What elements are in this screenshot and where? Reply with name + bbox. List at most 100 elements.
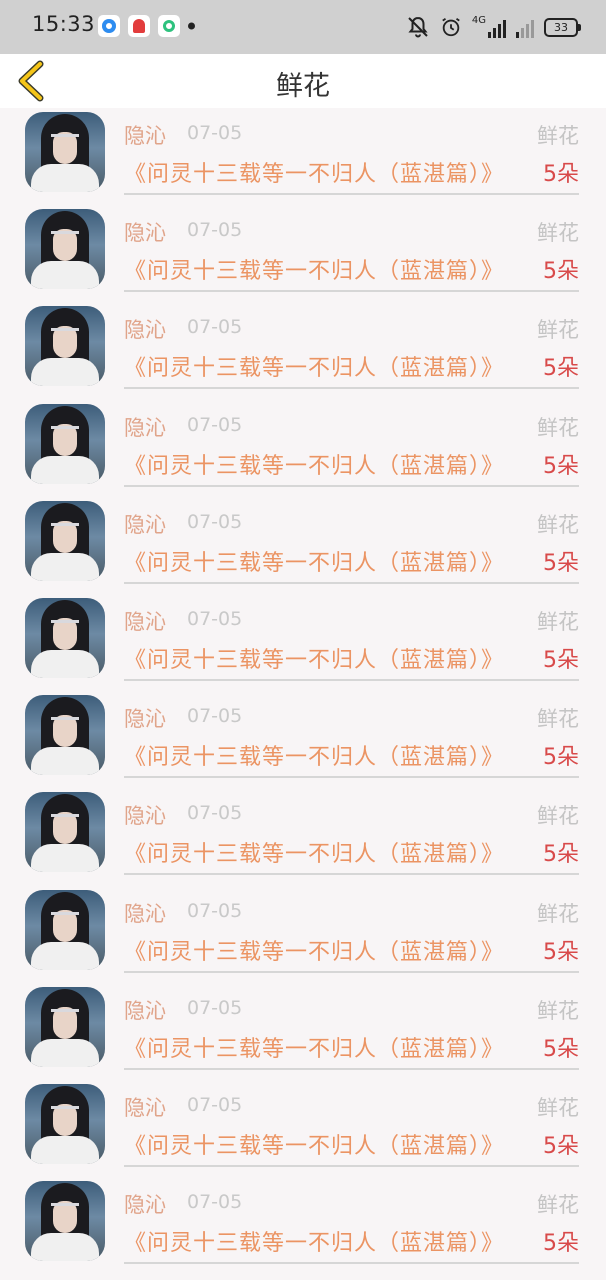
avatar[interactable] (25, 792, 105, 873)
gift-count: 5朵 (543, 453, 579, 479)
user-name[interactable]: 隐沁 (124, 1189, 166, 1219)
user-name[interactable]: 隐沁 (124, 120, 166, 150)
gift-date: 07-05 (187, 899, 243, 922)
gift-type: 鲜花 (537, 124, 579, 148)
user-name[interactable]: 隐沁 (124, 800, 166, 830)
book-title-link[interactable]: 《问灵十三载等一不归人（蓝湛篇）》 (124, 934, 504, 966)
list-item[interactable]: 隐沁 07-05 鲜花《问灵十三载等一不归人（蓝湛篇）》 5朵 (0, 886, 606, 983)
divider (124, 387, 579, 390)
list-item[interactable]: 隐沁 07-05 鲜花 《问灵十三载等一不归人（蓝湛篇）》 5朵 (0, 205, 606, 302)
book-title-link[interactable]: 《问灵十三载等一不归人（蓝湛篇）》 (124, 836, 504, 868)
gift-type: 鲜花 (537, 609, 579, 634)
avatar[interactable] (25, 1083, 105, 1164)
signal-no-sim-icon (516, 16, 534, 38)
list-item[interactable]: 隐沁 07-05 鲜花 《问灵十三载等一不归人（蓝湛篇）》 5朵 (0, 302, 606, 399)
signal-4g-icon: 4G (472, 16, 506, 38)
page-title: 鲜花 (276, 71, 330, 102)
user-name[interactable]: 隐沁 (124, 995, 166, 1025)
map-notification-icon (128, 15, 150, 37)
gift-date: 07-05 (187, 607, 243, 630)
list-item[interactable]: 隐沁 07-05 鲜花《问灵十三载等一不归人（蓝湛篇）》 5朵 (0, 1080, 606, 1177)
book-title-link[interactable]: 《问灵十三载等一不归人（蓝湛篇）》 (124, 350, 504, 382)
gift-date: 07-05 (187, 802, 243, 825)
book-title-link[interactable]: 《问灵十三载等一不归人（蓝湛篇）》 (124, 1128, 504, 1160)
app-notification-icon (98, 15, 120, 37)
divider (124, 776, 579, 779)
avatar[interactable] (25, 1181, 105, 1262)
user-name[interactable]: 隐沁 (124, 217, 166, 247)
divider (124, 970, 579, 973)
mute-bell-icon (406, 15, 430, 39)
divider (124, 873, 579, 876)
divider (124, 290, 579, 293)
more-notifications-icon (188, 22, 195, 30)
battery-icon: 33 (544, 17, 581, 37)
network-type-label: 4G (471, 15, 486, 26)
divider (124, 581, 579, 584)
book-title-link[interactable]: 《问灵十三载等一不归人（蓝湛篇）》 (124, 1031, 504, 1063)
gift-count: 5朵 (543, 1133, 579, 1159)
user-name[interactable]: 隐沁 (124, 606, 166, 636)
gift-count: 5朵 (543, 550, 579, 576)
user-name[interactable]: 隐沁 (124, 509, 166, 539)
list-item[interactable]: 隐沁 07-05 鲜花 《问灵十三载等一不归人（蓝湛篇）》 5朵 (0, 1177, 606, 1274)
divider (124, 678, 579, 681)
divider (124, 193, 579, 195)
sync-notification-icon (158, 15, 180, 37)
gift-count: 5朵 (543, 162, 579, 187)
list-item[interactable]: 隐沁 07-05 鲜花 《问灵十三载等一不归人（蓝湛篇）》 5朵 (0, 983, 606, 1080)
status-bar: 15:33 4G 33 (0, 0, 606, 54)
flower-list: 隐沁 07-05 鲜花 《问灵十三载等一不归人（蓝湛篇）》 5朵 隐沁 07-05 鲜花 《问灵… (0, 108, 606, 1274)
nav-bar: 鲜花 (0, 54, 606, 108)
avatar[interactable] (25, 695, 105, 776)
list-item[interactable]: 隐沁 07-05 鲜花 《问灵十三载等一不归人（蓝湛篇）》 5朵 (0, 400, 606, 497)
gift-type: 鲜花 (537, 1095, 579, 1120)
avatar[interactable] (25, 306, 105, 387)
gift-type: 鲜花 (537, 804, 579, 829)
user-name[interactable]: 隐沁 (124, 1092, 166, 1122)
gift-type: 鲜花 (537, 221, 579, 246)
avatar[interactable] (25, 209, 105, 290)
list-item[interactable]: 隐沁 07-05 鲜花 《问灵十三载等一不归人（蓝湛篇）》 5朵 (0, 691, 606, 788)
list-item[interactable]: 隐沁 07-05 鲜花《问灵十三载等一不归人（蓝湛篇）》 5朵 (0, 108, 606, 205)
gift-count: 5朵 (543, 647, 579, 673)
avatar[interactable] (25, 500, 105, 581)
user-name[interactable]: 隐沁 (124, 412, 166, 442)
user-name[interactable]: 隐沁 (124, 898, 166, 928)
gift-date: 07-05 (187, 996, 243, 1019)
divider (124, 1262, 579, 1265)
avatar[interactable] (25, 889, 105, 970)
list-item[interactable]: 隐沁 07-05 鲜花《问灵十三载等一不归人（蓝湛篇）》 5朵 (0, 594, 606, 691)
avatar[interactable] (25, 986, 105, 1067)
gift-date: 07-05 (187, 1191, 243, 1214)
user-name[interactable]: 隐沁 (124, 703, 166, 733)
book-title-link[interactable]: 《问灵十三载等一不归人（蓝湛篇）》 (124, 545, 504, 577)
gift-date: 07-05 (187, 1093, 243, 1116)
gift-date: 07-05 (187, 510, 243, 533)
list-item[interactable]: 隐沁 07-05 鲜花《问灵十三载等一不归人（蓝湛篇）》 5朵 (0, 497, 606, 594)
gift-count: 5朵 (543, 259, 579, 285)
avatar[interactable] (25, 597, 105, 678)
gift-count: 5朵 (543, 1036, 579, 1062)
status-time: 15:33 (32, 12, 96, 36)
gift-date: 07-05 (187, 316, 243, 339)
book-title-link[interactable]: 《问灵十三载等一不归人（蓝湛篇）》 (124, 1225, 504, 1257)
gift-type: 鲜花 (537, 1193, 579, 1218)
gift-type: 鲜花 (537, 901, 579, 926)
book-title-link[interactable]: 《问灵十三载等一不归人（蓝湛篇）》 (124, 156, 504, 188)
divider (124, 1164, 579, 1167)
gift-count: 5朵 (543, 939, 579, 965)
gift-date: 07-05 (187, 122, 243, 144)
book-title-link[interactable]: 《问灵十三载等一不归人（蓝湛篇）》 (124, 448, 504, 480)
user-name[interactable]: 隐沁 (124, 314, 166, 344)
book-title-link[interactable]: 《问灵十三载等一不归人（蓝湛篇）》 (124, 642, 504, 674)
avatar[interactable] (25, 403, 105, 484)
book-title-link[interactable]: 《问灵十三载等一不归人（蓝湛篇）》 (124, 253, 504, 285)
list-item[interactable]: 隐沁 07-05 鲜花 《问灵十三载等一不归人（蓝湛篇）》 5朵 (0, 788, 606, 885)
avatar[interactable] (25, 112, 105, 192)
divider (124, 484, 579, 487)
alarm-clock-icon (440, 16, 462, 38)
gift-type: 鲜花 (537, 415, 579, 440)
book-title-link[interactable]: 《问灵十三载等一不归人（蓝湛篇）》 (124, 739, 504, 771)
gift-type: 鲜花 (537, 512, 579, 537)
